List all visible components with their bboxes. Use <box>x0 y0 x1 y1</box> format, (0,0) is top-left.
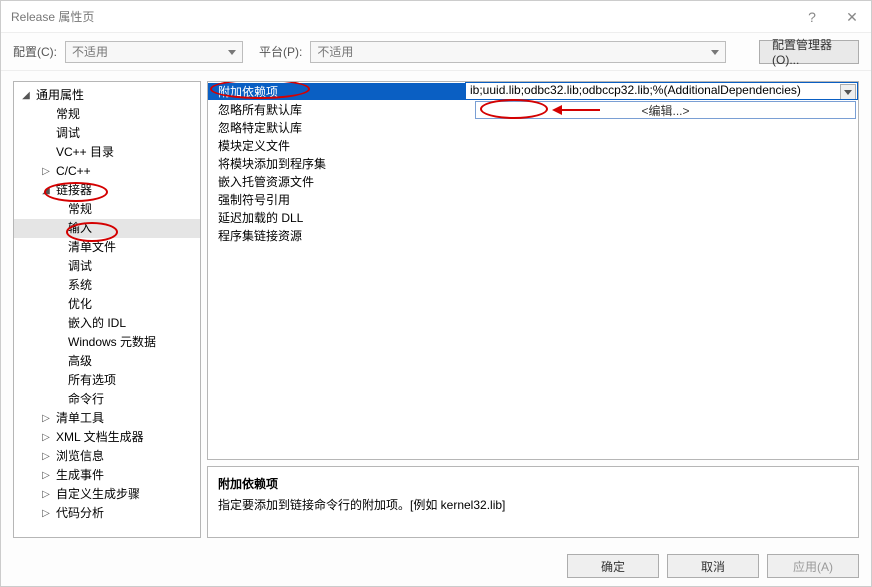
tree-expander-icon[interactable]: ▷ <box>40 504 52 523</box>
tree-node-general[interactable]: 常规 <box>14 105 200 124</box>
cancel-button[interactable]: 取消 <box>667 554 759 578</box>
tree-node-linker-system[interactable]: 系统 <box>14 276 200 295</box>
property-grid[interactable]: 附加依赖项 ib;uuid.lib;odbc32.lib;odbccp32.li… <box>207 81 859 460</box>
tree-node-linker-all[interactable]: 所有选项 <box>14 371 200 390</box>
tree-node-linker[interactable]: ◢链接器 常规 输入 清单文件 调试 系统 优化 嵌入的 IDL Window <box>14 181 200 409</box>
platform-label: 平台(P): <box>259 43 302 60</box>
property-page-window: Release 属性页 ? ✕ 配置(C): 不适用 平台(P): 不适用 配置… <box>0 0 872 587</box>
tree-expander-icon[interactable]: ▷ <box>40 466 52 485</box>
titlebar: Release 属性页 ? ✕ <box>1 1 871 33</box>
right-panel: 附加依赖项 ib;uuid.lib;odbc32.lib;odbccp32.li… <box>207 81 859 538</box>
tree-node-linker-idl[interactable]: 嵌入的 IDL <box>14 314 200 333</box>
tree-node-linker-manifest[interactable]: 清单文件 <box>14 238 200 257</box>
grid-row[interactable]: 嵌入托管资源文件 <box>208 172 858 190</box>
grid-row[interactable]: 强制符号引用 <box>208 190 858 208</box>
tree-node-buildevents[interactable]: ▷生成事件 <box>14 466 200 485</box>
config-label: 配置(C): <box>13 43 57 60</box>
close-icon[interactable]: ✕ <box>843 10 861 24</box>
tree-expander-icon[interactable]: ▷ <box>40 428 52 447</box>
tree-node-linker-general[interactable]: 常规 <box>14 200 200 219</box>
tree-node-ccpp[interactable]: ▷C/C++ <box>14 162 200 181</box>
tree-node-xmldoc[interactable]: ▷XML 文档生成器 <box>14 428 200 447</box>
tree-node-linker-input[interactable]: 输入 <box>14 219 200 238</box>
grid-row[interactable]: 将模块添加到程序集 <box>208 154 858 172</box>
tree-node-linker-winmd[interactable]: Windows 元数据 <box>14 333 200 352</box>
tree-node-linker-optim[interactable]: 优化 <box>14 295 200 314</box>
window-system-buttons: ? ✕ <box>803 10 861 24</box>
description-heading: 附加依赖项 <box>218 475 848 492</box>
platform-combobox-value: 不适用 <box>317 43 353 60</box>
grid-row[interactable]: 模块定义文件 <box>208 136 858 154</box>
tree-node-linker-advanced[interactable]: 高级 <box>14 352 200 371</box>
tree-expander-icon[interactable]: ◢ <box>40 181 52 200</box>
grid-row[interactable]: 程序集链接资源 <box>208 226 858 244</box>
tree-node-codeanalysis[interactable]: ▷代码分析 <box>14 504 200 523</box>
category-tree[interactable]: ◢通用属性 常规 调试 VC++ 目录 ▷C/C++ ◢链接器 常规 输入 <box>13 81 201 538</box>
dropdown-icon[interactable] <box>840 84 856 100</box>
window-title: Release 属性页 <box>11 8 803 25</box>
help-icon[interactable]: ? <box>803 10 821 24</box>
description-panel: 附加依赖项 指定要添加到链接命令行的附加项。[例如 kernel32.lib] <box>207 466 859 538</box>
tree-expander-icon[interactable]: ▷ <box>40 162 52 181</box>
tree-node-browse[interactable]: ▷浏览信息 <box>14 447 200 466</box>
apply-button[interactable]: 应用(A) <box>767 554 859 578</box>
tree-node-linker-debug[interactable]: 调试 <box>14 257 200 276</box>
tree-node-linker-cmdline[interactable]: 命令行 <box>14 390 200 409</box>
platform-combobox[interactable]: 不适用 <box>310 41 726 63</box>
tree-node-vcdirs[interactable]: VC++ 目录 <box>14 143 200 162</box>
grid-value-additional-deps[interactable]: ib;uuid.lib;odbc32.lib;odbccp32.lib;%(Ad… <box>465 82 858 100</box>
tree-node-debug[interactable]: 调试 <box>14 124 200 143</box>
tree-expander-icon[interactable]: ▷ <box>40 409 52 428</box>
configuration-bar: 配置(C): 不适用 平台(P): 不适用 配置管理器(O)... <box>1 33 871 71</box>
tree-node-custombuild[interactable]: ▷自定义生成步骤 <box>14 485 200 504</box>
tree-expander-icon[interactable]: ▷ <box>40 485 52 504</box>
tree-node-manifest-tool[interactable]: ▷清单工具 <box>14 409 200 428</box>
grid-row[interactable]: 延迟加载的 DLL <box>208 208 858 226</box>
ok-button[interactable]: 确定 <box>567 554 659 578</box>
dialog-footer: 确定 取消 应用(A) <box>1 546 871 586</box>
tree-node-common[interactable]: ◢通用属性 常规 调试 VC++ 目录 ▷C/C++ ◢链接器 常规 输入 <box>14 86 200 523</box>
config-combobox[interactable]: 不适用 <box>65 41 243 63</box>
configuration-manager-button[interactable]: 配置管理器(O)... <box>759 40 859 64</box>
grid-row-additional-deps[interactable]: 附加依赖项 ib;uuid.lib;odbc32.lib;odbccp32.li… <box>208 82 858 100</box>
tree-expander-icon[interactable]: ◢ <box>20 86 32 105</box>
description-body: 指定要添加到链接命令行的附加项。[例如 kernel32.lib] <box>218 496 848 513</box>
edit-option[interactable]: <编辑...> <box>475 101 856 119</box>
grid-row[interactable]: 忽略特定默认库 <box>208 118 858 136</box>
dialog-body: ◢通用属性 常规 调试 VC++ 目录 ▷C/C++ ◢链接器 常规 输入 <box>1 71 871 546</box>
tree-expander-icon[interactable]: ▷ <box>40 447 52 466</box>
config-combobox-value: 不适用 <box>72 43 108 60</box>
